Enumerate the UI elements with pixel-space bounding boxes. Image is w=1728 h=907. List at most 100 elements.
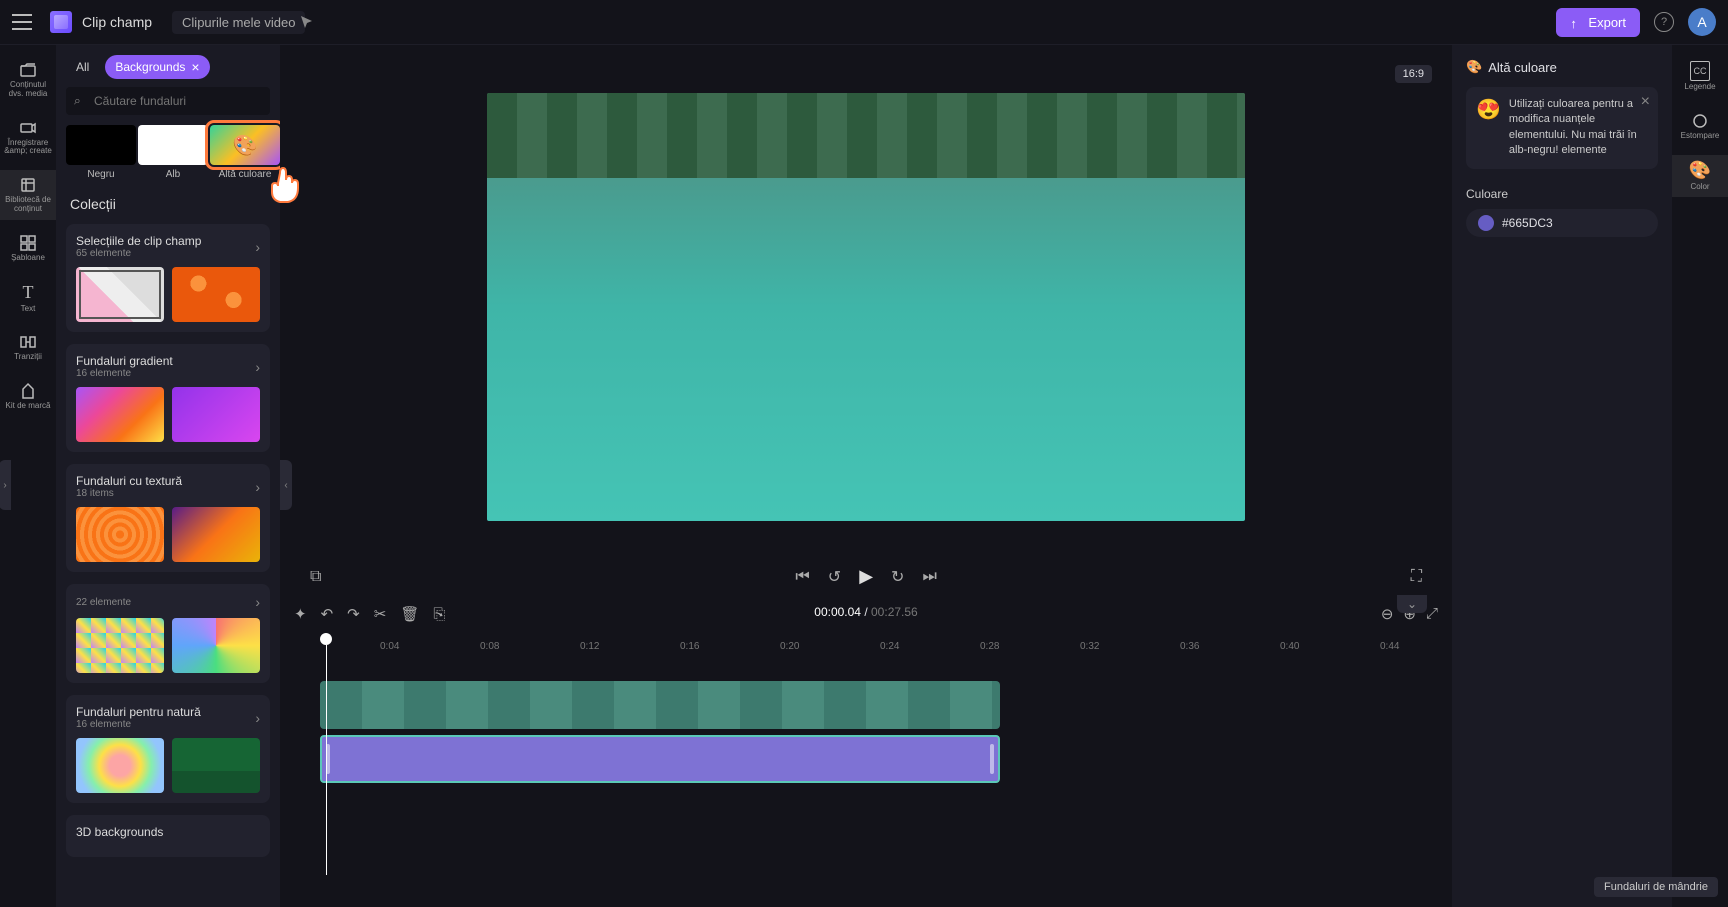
palette-icon: 🎨: [1466, 59, 1482, 75]
upload-icon: [1570, 16, 1582, 28]
nav-templates[interactable]: Șabloane: [0, 228, 56, 269]
folder-icon: [19, 61, 37, 79]
forward-icon[interactable]: ↻: [891, 567, 904, 587]
nav-blur[interactable]: Estompare: [1672, 106, 1728, 147]
avatar[interactable]: A: [1688, 8, 1716, 36]
zoom-fit-icon[interactable]: ⤢: [1426, 605, 1438, 623]
color-track[interactable]: [320, 735, 1000, 783]
search-box: ⌕: [66, 87, 270, 115]
aspect-ratio-button[interactable]: 16:9: [1395, 65, 1432, 83]
content-panel: All Backgrounds × ⌕ Negru Alb 🎨Altă culo…: [56, 45, 280, 907]
chevron-right-icon[interactable]: ›: [255, 239, 260, 255]
timeline-collapse[interactable]: ⌄: [1397, 595, 1427, 613]
zoom-out-icon[interactable]: ⊖: [1381, 605, 1394, 623]
tab-backgrounds[interactable]: Backgrounds ×: [105, 55, 209, 79]
thumb[interactable]: [172, 387, 260, 442]
cursor-indicator: [299, 14, 315, 30]
collection-texture: Fundaluri cu textură18 items ›: [66, 464, 270, 572]
collection-stickers: 22 elemente ›: [66, 584, 270, 683]
tip-box: 😍 Utilizați culoarea pentru a modifica n…: [1466, 87, 1658, 169]
collection-3d: 3D backgrounds: [66, 815, 270, 857]
nav-color[interactable]: 🎨Color: [1672, 155, 1728, 198]
skip-end-icon[interactable]: ⏭: [922, 568, 936, 586]
color-section-label: Culoare: [1466, 187, 1658, 201]
video-track[interactable]: [320, 681, 1000, 729]
heart-eyes-icon: 😍: [1476, 97, 1501, 159]
camera-icon: [19, 119, 37, 137]
thumb[interactable]: [172, 738, 260, 793]
duplicate-icon[interactable]: ⎘: [433, 606, 445, 623]
tile-black[interactable]: [66, 125, 136, 165]
nav-record[interactable]: Înregistrare &amp; create: [0, 113, 56, 163]
nav-transitions[interactable]: Tranziții: [0, 327, 56, 368]
collections-heading: Colecții: [56, 186, 280, 218]
hide-preview-icon[interactable]: ⧉: [310, 568, 321, 586]
thumb[interactable]: [76, 267, 164, 322]
nav-library[interactable]: Bibliotecă de conținut: [0, 170, 56, 220]
thumb[interactable]: [76, 738, 164, 793]
cut-icon[interactable]: ✂: [374, 605, 387, 623]
export-label: Export: [1588, 15, 1626, 30]
tile-white-label: Alb: [166, 169, 180, 180]
collapse-right-button[interactable]: ›: [0, 460, 11, 510]
fullscreen-icon[interactable]: ⛶: [1411, 568, 1422, 586]
timeline-ruler[interactable]: 0:04 0:08 0:12 0:16 0:20 0:24 0:28 0:32 …: [280, 631, 1452, 661]
chevron-right-icon[interactable]: ›: [255, 710, 260, 726]
close-icon[interactable]: ×: [191, 59, 199, 75]
help-button[interactable]: ?: [1654, 12, 1674, 32]
playback-controls: ⧉ ⏮ ↺ ▶ ↻ ⏭ ⛶: [280, 558, 1452, 597]
brand-icon: [19, 382, 37, 400]
timeline-timestamp: 00:00.04 / 00:27.56: [814, 605, 917, 619]
timeline: ⌄ ✦ ↶ ↷ ✂ 🗑 ⎘ 00:00.04 / 00:27.56 ⊖ ⊕ ⤢: [280, 597, 1452, 907]
skip-start-icon[interactable]: ⏮: [795, 568, 809, 586]
text-icon: T: [18, 283, 38, 303]
thumb[interactable]: [172, 267, 260, 322]
search-input[interactable]: [66, 87, 270, 115]
playhead[interactable]: [320, 633, 332, 645]
thumb[interactable]: [76, 618, 164, 673]
app-logo-icon: [50, 11, 72, 33]
chevron-right-icon[interactable]: ›: [255, 359, 260, 375]
rewind-icon[interactable]: ↺: [828, 567, 841, 587]
collection-gradient: Fundaluri gradient16 elemente ›: [66, 344, 270, 452]
blur-icon: [1691, 112, 1709, 130]
menu-button[interactable]: [12, 14, 32, 30]
collapse-left-button[interactable]: ‹: [280, 460, 292, 510]
thumb[interactable]: [76, 507, 164, 562]
palette-icon: 🎨: [1690, 161, 1710, 181]
collection-clipchamp-picks: Selecțiile de clip champ65 elemente ›: [66, 224, 270, 332]
topbar: Clip champ Clipurile mele video Export ?…: [0, 0, 1728, 45]
track-handle-right[interactable]: [990, 744, 994, 774]
search-icon: ⌕: [74, 94, 81, 109]
undo-icon[interactable]: ↶: [321, 605, 334, 623]
nav-text[interactable]: TText: [0, 277, 56, 320]
redo-icon[interactable]: ↷: [347, 605, 360, 623]
play-button[interactable]: ▶: [859, 566, 873, 587]
preview-canvas[interactable]: [487, 93, 1245, 521]
color-swatch: [1478, 215, 1494, 231]
preview-area: 16:9: [280, 45, 1452, 558]
chevron-right-icon[interactable]: ›: [255, 479, 260, 495]
tab-all[interactable]: All: [66, 56, 99, 78]
close-tip-button[interactable]: ×: [1641, 93, 1650, 111]
tile-black-label: Negru: [87, 169, 114, 180]
right-sidebar: CCLegende Estompare 🎨Color: [1672, 45, 1728, 907]
chevron-right-icon[interactable]: ›: [255, 594, 260, 610]
thumb[interactable]: [76, 387, 164, 442]
export-button[interactable]: Export: [1556, 8, 1640, 37]
panel-title: 🎨 Altă culoare: [1466, 59, 1658, 75]
nav-brand[interactable]: Kit de marcă: [0, 376, 56, 417]
cursor-hand-icon: [260, 158, 310, 208]
nav-captions[interactable]: CCLegende: [1672, 55, 1728, 98]
right-panel: 🎨 Altă culoare 😍 Utilizați culoarea pent…: [1452, 45, 1672, 907]
tile-white[interactable]: [138, 125, 208, 165]
grid-icon: [19, 234, 37, 252]
thumb[interactable]: [172, 618, 260, 673]
thumb[interactable]: [172, 507, 260, 562]
project-name[interactable]: Clipurile mele video: [172, 11, 305, 34]
color-picker-button[interactable]: #665DC3: [1466, 209, 1658, 237]
ai-icon[interactable]: ✦: [294, 605, 307, 623]
nav-media[interactable]: Conținutul dvs. media: [0, 55, 56, 105]
transition-icon: [19, 333, 37, 351]
delete-icon[interactable]: 🗑: [400, 605, 419, 623]
